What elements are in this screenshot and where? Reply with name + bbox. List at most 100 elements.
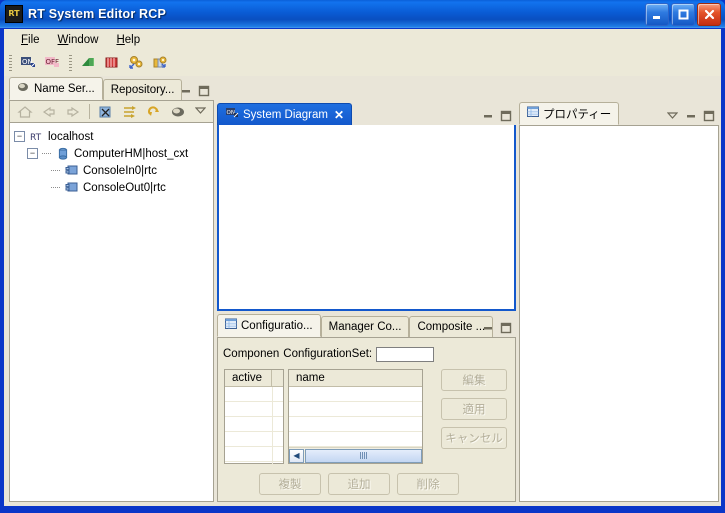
title-bar: RT RT System Editor RCP: [0, 0, 725, 28]
active-table[interactable]: active: [224, 369, 284, 464]
forward-button[interactable]: [62, 101, 84, 123]
maximize-icon[interactable]: [702, 109, 715, 122]
system-diagram-panel: ON System Diagram ✕: [217, 103, 516, 311]
properties-panel: プロパティー: [519, 102, 719, 502]
name-service-tree[interactable]: − RT localhost − ComputerHM|host_cxt Con…: [9, 122, 214, 502]
component-label: Componen: [223, 348, 280, 360]
application-window: RT RT System Editor RCP FFileile WWindow…: [0, 0, 725, 513]
duplicate-button[interactable]: 複製: [259, 473, 321, 495]
tab-name-service[interactable]: Name Ser...: [9, 77, 103, 100]
window-title: RT System Editor RCP: [28, 7, 167, 21]
properties-icon: [527, 106, 539, 121]
tab-system-diagram[interactable]: ON System Diagram ✕: [217, 103, 353, 125]
start-green-button[interactable]: [77, 52, 99, 74]
table-row[interactable]: [225, 402, 283, 417]
name-table-header: name: [289, 370, 422, 387]
expander-icon[interactable]: −: [27, 148, 38, 159]
tree-item-consoleout0[interactable]: ConsoleOut0|rtc: [14, 179, 209, 196]
close-icon[interactable]: ✕: [334, 108, 344, 122]
rt-icon: RT: [5, 5, 23, 23]
expander-icon[interactable]: −: [14, 131, 25, 142]
table-row[interactable]: [225, 387, 283, 402]
nameservice-icon: [17, 81, 30, 96]
apply-button[interactable]: 適用: [441, 398, 507, 420]
menu-help[interactable]: HHelpelp: [107, 32, 149, 48]
menu-file[interactable]: FFileile: [12, 32, 49, 48]
configset-input[interactable]: [376, 346, 435, 362]
cancel-button[interactable]: キャンセル: [441, 427, 507, 449]
name-table[interactable]: name ◀: [288, 369, 423, 464]
maximize-icon[interactable]: [671, 3, 695, 26]
config-panel-controls: [481, 321, 512, 334]
tab-label: プロパティー: [543, 108, 612, 121]
table-row[interactable]: [225, 417, 283, 432]
svg-text:RT: RT: [30, 133, 42, 143]
toolbar-grip-2[interactable]: [69, 55, 72, 71]
menu-window[interactable]: WWindowindow: [49, 32, 108, 48]
tree-item-localhost[interactable]: − RT localhost: [14, 128, 209, 145]
configuration-icon: [225, 318, 237, 333]
left-panel-toolbar: [9, 100, 214, 122]
tree-item-label: ComputerHM|host_cxt: [74, 147, 189, 160]
client-area: FFileile WWindowindow HHelpelp ON OFF: [3, 28, 722, 507]
active-table-rows: [225, 387, 283, 464]
tab-label: Name Ser...: [34, 82, 95, 95]
minimize-icon[interactable]: [645, 3, 669, 26]
configuration-panel: Configuratio... Manager Co... Composite …: [217, 314, 516, 502]
minimize-icon[interactable]: [481, 321, 494, 334]
toolbar-grip[interactable]: [9, 55, 12, 71]
minimize-icon[interactable]: [481, 109, 494, 122]
tab-configuration[interactable]: Configuratio...: [217, 314, 321, 337]
system-diagram-canvas[interactable]: [217, 125, 516, 311]
refresh-button[interactable]: [143, 101, 165, 123]
minimize-icon[interactable]: [179, 84, 192, 97]
close-icon[interactable]: [697, 3, 721, 26]
maximize-icon[interactable]: [499, 321, 512, 334]
name-table-hscrollbar[interactable]: ◀: [289, 447, 422, 463]
add-nameserver-button[interactable]: [167, 101, 189, 123]
sync-button[interactable]: [119, 101, 141, 123]
scroll-left-icon[interactable]: ◀: [289, 448, 304, 463]
configuration-header-row: Componen ConfigurationSet:: [218, 338, 515, 366]
save-system-gear-button[interactable]: [149, 52, 171, 74]
stop-red-button[interactable]: [101, 52, 123, 74]
scroll-thumb[interactable]: [305, 448, 422, 463]
back-button[interactable]: [38, 101, 60, 123]
tree-item-computerhm[interactable]: − ComputerHM|host_cxt: [14, 145, 209, 162]
tab-label: Configuratio...: [241, 319, 313, 332]
tab-properties[interactable]: プロパティー: [519, 102, 620, 125]
name-service-panel: Name Ser... Repository... − RT localhost…: [9, 77, 214, 502]
table-row[interactable]: [289, 432, 422, 447]
minimize-icon[interactable]: [684, 109, 697, 122]
component-icon: [64, 180, 80, 195]
properties-content[interactable]: [519, 125, 719, 502]
clear-button[interactable]: [95, 101, 117, 123]
add-button[interactable]: 追加: [328, 473, 390, 495]
deactivate-off-button[interactable]: OFF: [41, 52, 63, 74]
maximize-icon[interactable]: [499, 109, 512, 122]
tab-manager-control[interactable]: Manager Co...: [320, 316, 410, 337]
table-row[interactable]: [289, 387, 422, 402]
configset-label: ConfigurationSet:: [283, 348, 373, 360]
tree-guide: [51, 186, 60, 189]
open-system-gear-button[interactable]: [125, 52, 147, 74]
menu-bar: FFileile WWindowindow HHelpelp: [4, 29, 721, 50]
toolbar-separator: [89, 104, 90, 119]
edit-button[interactable]: 編集: [441, 369, 507, 391]
tree-item-consolein0[interactable]: ConsoleIn0|rtc: [14, 162, 209, 179]
table-row[interactable]: [289, 402, 422, 417]
left-panel-tabstrip: Name Ser... Repository...: [9, 77, 214, 100]
table-row[interactable]: [225, 432, 283, 447]
column-header-active: active: [225, 370, 272, 386]
tab-repository[interactable]: Repository...: [102, 79, 183, 100]
home-button[interactable]: [14, 101, 36, 123]
view-menu-button[interactable]: [194, 104, 207, 117]
chevron-down-icon[interactable]: [666, 109, 679, 122]
component-icon: [64, 163, 80, 178]
left-panel-controls: [179, 84, 210, 97]
table-row[interactable]: [289, 417, 422, 432]
table-row[interactable]: [225, 447, 283, 462]
delete-button[interactable]: 削除: [397, 473, 459, 495]
maximize-icon[interactable]: [197, 84, 210, 97]
activate-on-button[interactable]: ON: [17, 52, 39, 74]
